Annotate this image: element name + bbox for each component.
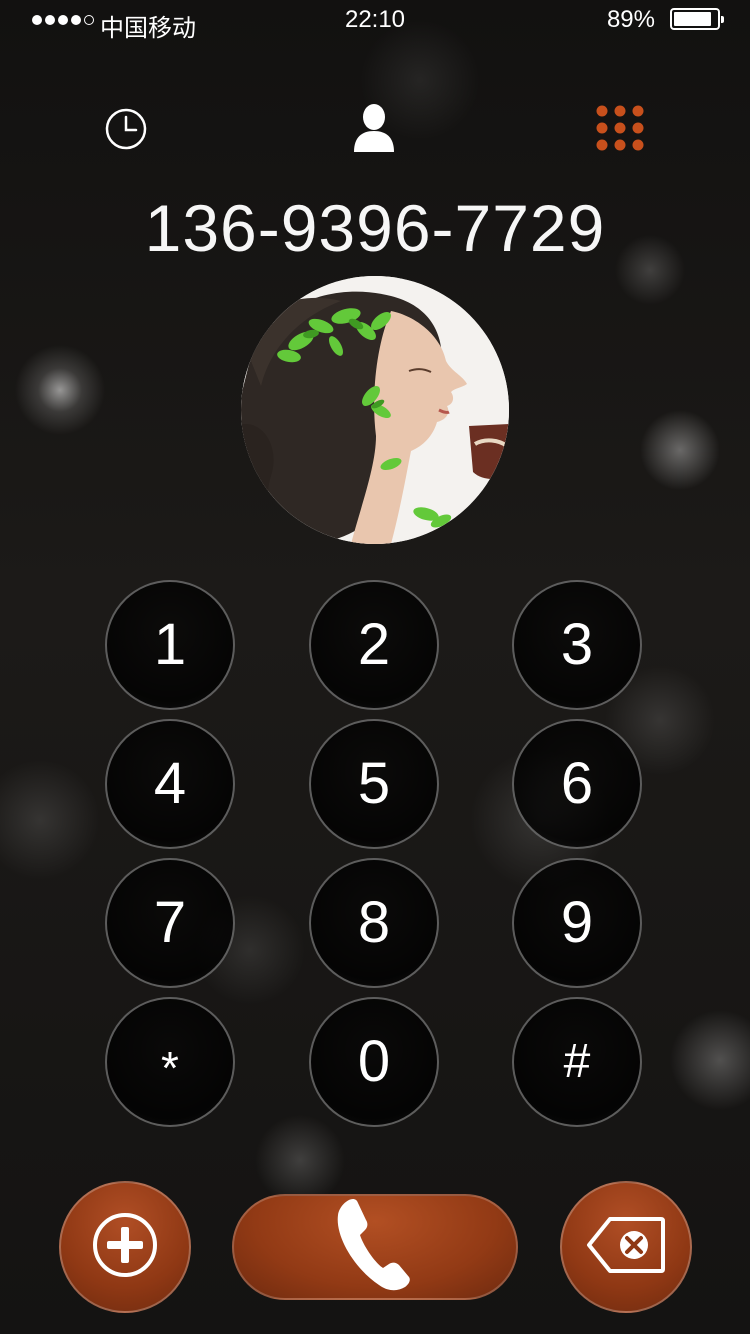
delete-button[interactable] — [560, 1181, 692, 1313]
key-label: 0 — [357, 1029, 391, 1094]
call-button[interactable] — [232, 1194, 518, 1300]
recents-clock-icon[interactable] — [102, 105, 150, 153]
dialed-number: 136-9396-7729 — [144, 191, 606, 265]
backspace-icon — [586, 1216, 666, 1279]
key-8[interactable]: 8 — [309, 858, 439, 988]
contacts-person-icon[interactable] — [348, 100, 400, 154]
key-label: 5 — [357, 751, 391, 816]
key-0[interactable]: 0 — [309, 997, 439, 1127]
battery-percentage: 89% — [606, 6, 655, 33]
key-7[interactable]: 7 — [105, 858, 235, 988]
key-9[interactable]: 9 — [512, 858, 642, 988]
key-star[interactable]: * — [105, 997, 235, 1127]
key-label: 6 — [560, 751, 594, 816]
plus-circle-icon — [91, 1211, 159, 1284]
add-contact-button[interactable] — [59, 1181, 191, 1313]
key-2[interactable]: 2 — [309, 580, 439, 710]
battery-icon — [670, 8, 724, 30]
key-label: 7 — [153, 890, 187, 955]
dialpad-grid-icon[interactable] — [592, 102, 648, 154]
key-5[interactable]: 5 — [309, 719, 439, 849]
key-label: 4 — [153, 751, 187, 816]
key-4[interactable]: 4 — [105, 719, 235, 849]
key-label: 8 — [357, 890, 391, 955]
key-label: 3 — [560, 612, 594, 677]
key-label: 9 — [560, 890, 594, 955]
key-hash[interactable]: # — [512, 997, 642, 1127]
key-label: * — [161, 1042, 179, 1094]
key-6[interactable]: 6 — [512, 719, 642, 849]
key-label: 1 — [153, 612, 187, 677]
key-1[interactable]: 1 — [105, 580, 235, 710]
phone-handset-icon — [335, 1197, 415, 1298]
contact-avatar — [241, 276, 509, 544]
key-3[interactable]: 3 — [512, 580, 642, 710]
status-bar: 中国移动 22:10 89% — [0, 0, 750, 42]
key-label: # — [563, 1035, 591, 1088]
key-label: 2 — [357, 612, 391, 677]
